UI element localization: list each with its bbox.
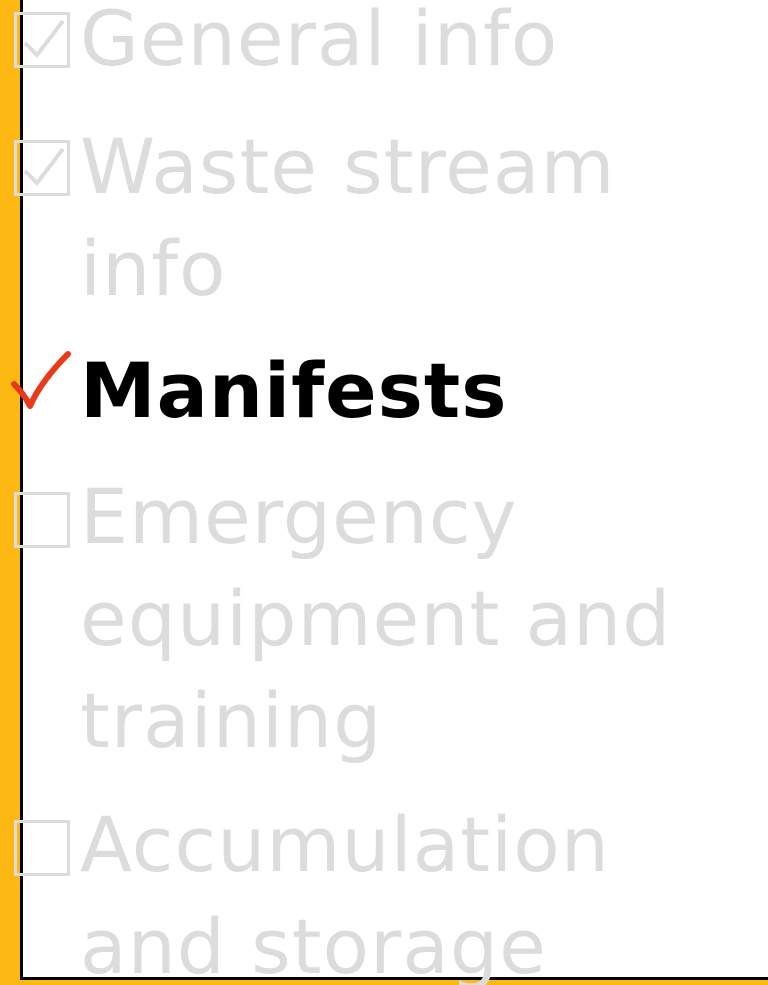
slide: General info Waste stream info Manifests… bbox=[0, 0, 768, 985]
checklist-item-label: Waste stream info bbox=[80, 122, 616, 313]
checklist-item-label: Emergency equipment and training bbox=[80, 472, 672, 765]
empty-box-icon bbox=[8, 794, 78, 896]
checked-box-icon bbox=[8, 116, 78, 218]
red-checkmark-icon bbox=[8, 340, 78, 442]
checklist-item-label: General info bbox=[80, 0, 559, 83]
checklist-item-label: Manifests bbox=[80, 346, 508, 435]
checked-box-icon bbox=[8, 0, 78, 90]
empty-box-icon bbox=[8, 466, 78, 568]
checklist-item-label: Accumulation and storage bbox=[80, 800, 610, 985]
